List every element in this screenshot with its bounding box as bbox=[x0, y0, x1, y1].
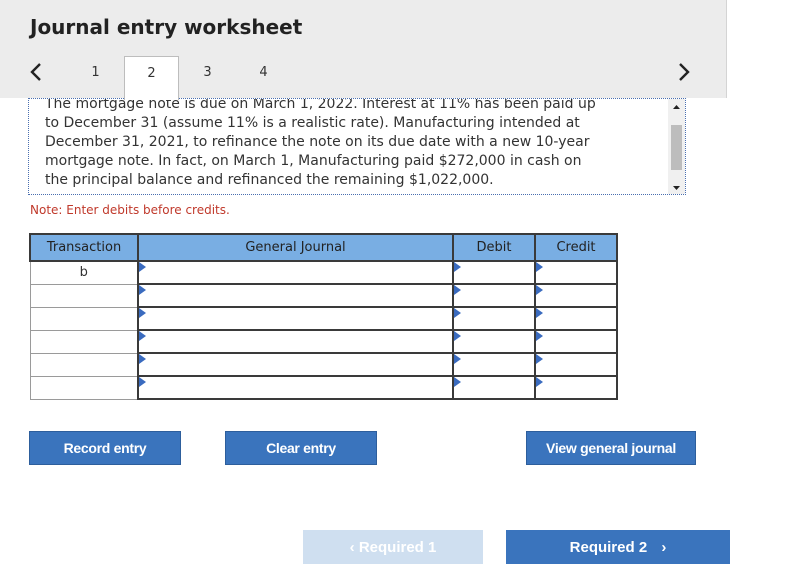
dropdown-marker-icon bbox=[536, 377, 543, 387]
header-transaction: Transaction bbox=[29, 233, 139, 262]
account-cell[interactable] bbox=[137, 306, 454, 331]
credit-cell[interactable] bbox=[534, 352, 618, 377]
instructions-scrollbar[interactable] bbox=[668, 99, 685, 194]
table-row bbox=[29, 375, 618, 400]
chevron-left-icon: ‹ bbox=[349, 538, 355, 556]
account-cell[interactable] bbox=[137, 352, 454, 377]
dropdown-marker-icon bbox=[139, 308, 146, 318]
dropdown-marker-icon bbox=[454, 354, 461, 364]
dropdown-marker-icon bbox=[454, 285, 461, 295]
dropdown-marker-icon bbox=[454, 377, 461, 387]
transaction-cell bbox=[29, 306, 139, 331]
dropdown-marker-icon bbox=[454, 331, 461, 341]
next-tab-arrow-icon[interactable] bbox=[676, 60, 696, 84]
scroll-down-icon[interactable] bbox=[668, 180, 685, 194]
tab-3[interactable]: 3 bbox=[180, 56, 235, 100]
transaction-cell: b bbox=[29, 260, 139, 285]
transaction-cell bbox=[29, 283, 139, 308]
view-general-journal-button[interactable]: View general journal bbox=[526, 431, 696, 465]
prev-tab-arrow-icon[interactable] bbox=[28, 60, 48, 84]
debit-cell[interactable] bbox=[452, 306, 536, 331]
tab-content: The mortgage note is due on March 1, 202… bbox=[0, 98, 727, 492]
account-cell[interactable] bbox=[137, 375, 454, 400]
credit-cell[interactable] bbox=[534, 329, 618, 354]
dropdown-marker-icon bbox=[536, 354, 543, 364]
dropdown-marker-icon bbox=[536, 331, 543, 341]
record-entry-button[interactable]: Record entry bbox=[29, 431, 181, 465]
table-row bbox=[29, 283, 618, 308]
tab-4[interactable]: 4 bbox=[236, 56, 291, 100]
required-1-button: ‹ Required 1 bbox=[303, 530, 483, 564]
account-cell[interactable] bbox=[137, 329, 454, 354]
tab-2[interactable]: 2 bbox=[124, 56, 179, 100]
credit-cell[interactable] bbox=[534, 283, 618, 308]
credit-cell[interactable] bbox=[534, 260, 618, 285]
dropdown-marker-icon bbox=[139, 377, 146, 387]
debit-credit-note: Note: Enter debits before credits. bbox=[30, 203, 230, 217]
transaction-cell bbox=[29, 329, 139, 354]
dropdown-marker-icon bbox=[139, 262, 146, 272]
dropdown-marker-icon bbox=[536, 285, 543, 295]
dropdown-marker-icon bbox=[139, 285, 146, 295]
dropdown-marker-icon bbox=[536, 308, 543, 318]
debit-cell[interactable] bbox=[452, 329, 536, 354]
header-general-journal: General Journal bbox=[137, 233, 454, 262]
debit-cell[interactable] bbox=[452, 375, 536, 400]
table-row bbox=[29, 352, 618, 377]
debit-cell[interactable] bbox=[452, 352, 536, 377]
dropdown-marker-icon bbox=[454, 308, 461, 318]
transaction-cell bbox=[29, 375, 139, 400]
dropdown-marker-icon bbox=[139, 354, 146, 364]
credit-cell[interactable] bbox=[534, 375, 618, 400]
transaction-cell bbox=[29, 352, 139, 377]
debit-cell[interactable] bbox=[452, 283, 536, 308]
scroll-up-icon[interactable] bbox=[668, 99, 685, 113]
chevron-right-icon: › bbox=[661, 538, 667, 556]
worksheet-title: Journal entry worksheet bbox=[30, 15, 303, 39]
dropdown-marker-icon bbox=[454, 262, 461, 272]
dropdown-marker-icon bbox=[139, 331, 146, 341]
header-credit: Credit bbox=[534, 233, 618, 262]
account-cell[interactable] bbox=[137, 260, 454, 285]
instructions-box[interactable]: The mortgage note is due on March 1, 202… bbox=[28, 98, 686, 195]
account-cell[interactable] bbox=[137, 283, 454, 308]
scroll-thumb[interactable] bbox=[671, 125, 682, 170]
dropdown-marker-icon bbox=[536, 262, 543, 272]
table-row: b bbox=[29, 260, 618, 285]
header-debit: Debit bbox=[452, 233, 536, 262]
instructions-text: The mortgage note is due on March 1, 202… bbox=[45, 98, 596, 188]
journal-table: Transaction General Journal Debit Credit… bbox=[29, 233, 618, 400]
credit-cell[interactable] bbox=[534, 306, 618, 331]
debit-cell[interactable] bbox=[452, 260, 536, 285]
clear-entry-button[interactable]: Clear entry bbox=[225, 431, 377, 465]
table-row bbox=[29, 306, 618, 331]
tab-1[interactable]: 1 bbox=[68, 56, 123, 100]
table-row bbox=[29, 329, 618, 354]
required-2-label: Required 2 bbox=[569, 538, 648, 556]
worksheet-panel: Journal entry worksheet 1 2 3 4 The mort… bbox=[0, 0, 727, 492]
required-1-label: Required 1 bbox=[358, 538, 437, 556]
required-2-button[interactable]: Required 2 › bbox=[506, 530, 730, 564]
